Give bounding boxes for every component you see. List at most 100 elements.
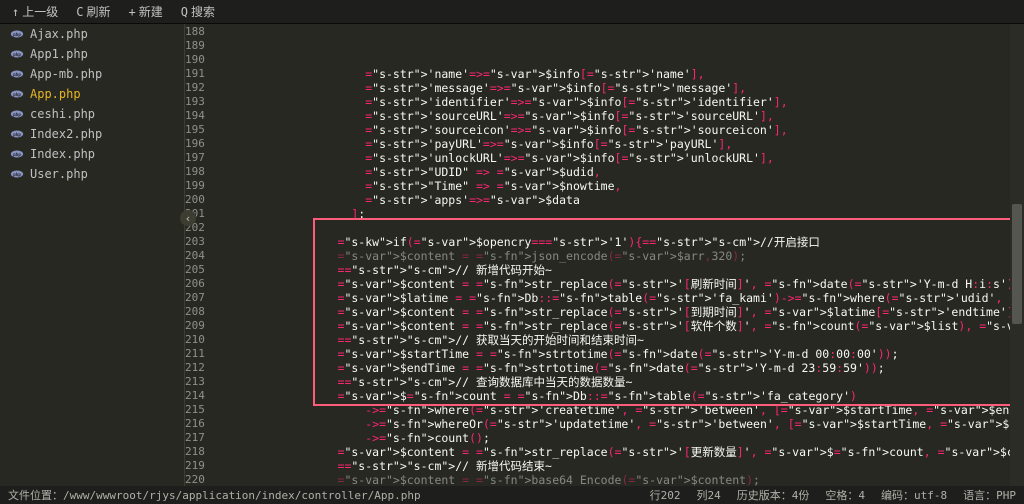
php-icon: php (10, 147, 24, 161)
plus-icon: + (129, 5, 136, 19)
line-number: 205 (185, 263, 205, 277)
code-line: ="s-var">$endTime = ="s-fn">strtotime(="… (213, 361, 1024, 375)
line-number: 188 (185, 25, 205, 39)
code-line: ="s-str">'payURL'=>="s-var">$info[="s-st… (213, 137, 1024, 151)
status-col[interactable]: 列24 (697, 487, 721, 503)
code-area[interactable]: ="s-str">'name'=>="s-var">$info[="s-str"… (213, 24, 1024, 486)
line-number: 199 (185, 179, 205, 193)
line-number: 196 (185, 137, 205, 151)
collapse-sidebar-icon[interactable]: ‹ (180, 210, 196, 226)
line-number: 195 (185, 123, 205, 137)
code-line: ="s-str">'identifier'=>="s-var">$info[="… (213, 95, 1024, 109)
file-label: App-mb.php (30, 67, 102, 81)
line-number: 215 (185, 403, 205, 417)
file-item-ceshi-php[interactable]: php ceshi.php (0, 104, 184, 124)
file-item-app1-php[interactable]: php App1.php (0, 44, 184, 64)
file-item-index-php[interactable]: phpIndex.php (0, 144, 184, 164)
status-spaces[interactable]: 空格：4 (825, 487, 865, 503)
code-line: ->="s-fn">count(); (213, 431, 1024, 445)
up-button[interactable]: ↑上一级 (4, 1, 66, 22)
file-item-ajax-php[interactable]: php Ajax.php (0, 24, 184, 44)
line-number: 218 (185, 445, 205, 459)
minimap-scrollbar[interactable] (1010, 24, 1024, 486)
php-icon: php (10, 87, 24, 101)
svg-text:php: php (13, 112, 21, 118)
php-icon: php (10, 47, 24, 61)
refresh-button[interactable]: C刷新 (68, 1, 118, 22)
line-number: 214 (185, 389, 205, 403)
toolbar: ↑上一级 C刷新 +新建 Q搜索 (0, 0, 1024, 24)
line-number: 192 (185, 81, 205, 95)
code-line: =="s-str">"s-cm">// 新增代码结束~ (213, 459, 1024, 473)
code-line: ="s-var">$content = ="s-fn">json_encode(… (213, 249, 1024, 263)
line-number: 219 (185, 459, 205, 473)
line-number: 190 (185, 53, 205, 67)
line-number: 208 (185, 305, 205, 319)
arrow-up-icon: ↑ (12, 5, 19, 19)
line-number: 204 (185, 249, 205, 263)
code-line: ="s-str">"Time" => ="s-var">$nowtime, (213, 179, 1024, 193)
code-line: ="s-str">'message'=>="s-var">$info[="s-s… (213, 81, 1024, 95)
file-item-index2-php[interactable]: php Index2.php (0, 124, 184, 144)
php-icon: php (10, 107, 24, 121)
line-number: 216 (185, 417, 205, 431)
new-button[interactable]: +新建 (121, 1, 171, 22)
code-line: ->="s-fn">whereOr(="s-str">'updatetime',… (213, 417, 1024, 431)
line-number: 191 (185, 67, 205, 81)
line-number: 220 (185, 473, 205, 486)
line-number: 207 (185, 291, 205, 305)
line-number: 213 (185, 375, 205, 389)
line-number: 193 (185, 95, 205, 109)
line-number: 211 (185, 347, 205, 361)
line-gutter: 1881891901911921931941951961971981992002… (185, 24, 213, 486)
code-editor[interactable]: 1881891901911921931941951961971981992002… (185, 24, 1024, 486)
code-line: ="s-var">$startTime = ="s-fn">strtotime(… (213, 347, 1024, 361)
file-item-app-mb-php[interactable]: php App-mb.php (0, 64, 184, 84)
svg-text:php: php (13, 172, 21, 178)
code-line: ="s-var">$latime = ="s-fn">Db::="s-fn">t… (213, 291, 1024, 305)
line-number: 189 (185, 39, 205, 53)
code-line: ="s-str">'sourceicon'=>="s-var">$info[="… (213, 123, 1024, 137)
code-line: ="s-kw">if(="s-var">$opencry==="s-str">'… (213, 235, 1024, 249)
scrollbar-thumb[interactable] (1012, 204, 1022, 324)
svg-text:php: php (13, 32, 21, 38)
file-label: ceshi.php (30, 107, 95, 121)
status-line[interactable]: 行202 (650, 487, 681, 503)
code-line: ="s-var">$content = ="s-fn">str_replace(… (213, 305, 1024, 319)
status-encoding[interactable]: 编码：utf-8 (881, 487, 947, 503)
code-line: ="s-str">"UDID" => ="s-var">$udid, (213, 165, 1024, 179)
line-number: 200 (185, 193, 205, 207)
code-line: ="s-var">$content = ="s-fn">base64_Encod… (213, 473, 1024, 486)
file-label: App1.php (30, 47, 88, 61)
file-tree: php Ajax.php php App1.php php App-mb.php php Ap… (0, 24, 185, 486)
status-history[interactable]: 历史版本：4份 (737, 487, 810, 503)
file-item-user-php[interactable]: phpUser.php (0, 164, 184, 184)
php-icon: php (10, 167, 24, 181)
status-bar: 文件位置：/www/wwwroot/rjys/application/index… (0, 486, 1024, 504)
svg-text:php: php (13, 132, 21, 138)
status-lang[interactable]: 语言：PHP (963, 487, 1016, 503)
code-line: ="s-var">$content = ="s-fn">str_replace(… (213, 277, 1024, 291)
code-line: ="s-str">'apps'=>="s-var">$data (213, 193, 1024, 207)
php-icon: php (10, 127, 24, 141)
file-label: Index2.php (30, 127, 102, 141)
code-line: ="s-var">$content = ="s-fn">str_replace(… (213, 319, 1024, 333)
search-icon: Q (181, 5, 188, 19)
code-line: ]; (213, 207, 1024, 221)
file-label: App.php (30, 87, 81, 101)
line-number: 198 (185, 165, 205, 179)
line-number: 194 (185, 109, 205, 123)
svg-text:php: php (13, 72, 21, 78)
code-line: ="s-str">'sourceURL'=>="s-var">$info[="s… (213, 109, 1024, 123)
search-button[interactable]: Q搜索 (173, 1, 223, 22)
file-path: 文件位置：/www/wwwroot/rjys/application/index… (8, 487, 421, 503)
line-number: 210 (185, 333, 205, 347)
php-icon: php (10, 67, 24, 81)
file-item-app-php[interactable]: php App.php (0, 84, 184, 104)
code-line: ="s-var">$content = ="s-fn">str_replace(… (213, 445, 1024, 459)
refresh-icon: C (76, 5, 83, 19)
line-number: 206 (185, 277, 205, 291)
file-label: Ajax.php (30, 27, 88, 41)
line-number: 212 (185, 361, 205, 375)
svg-text:php: php (13, 152, 21, 158)
